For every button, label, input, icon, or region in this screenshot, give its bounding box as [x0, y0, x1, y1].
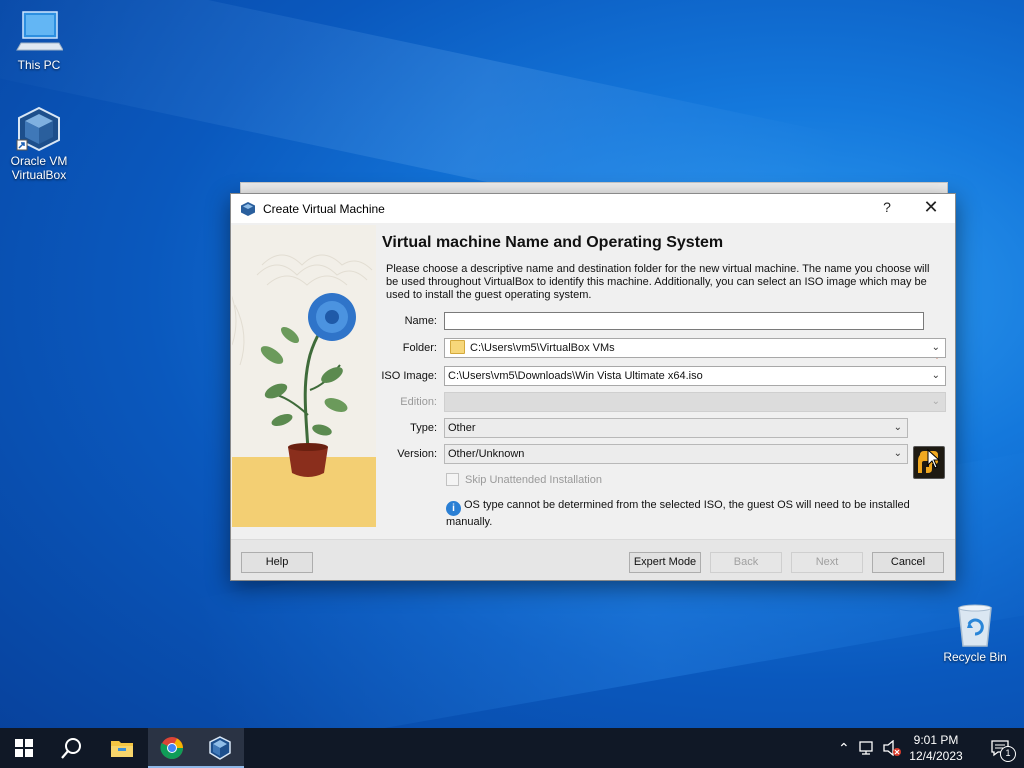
page-description: Please choose a descriptive name and des… [386, 263, 930, 301]
folder-value: C:\Users\vm5\VirtualBox VMs [470, 342, 615, 354]
volume-muted-icon[interactable] [882, 740, 902, 756]
clock-time: 9:01 PM [913, 733, 959, 747]
folder-label: Folder: [402, 342, 437, 354]
desktop-icon-virtualbox[interactable]: Oracle VM VirtualBox [0, 106, 78, 182]
windows-logo-icon [15, 739, 33, 757]
info-note-text: OS type cannot be determined from the se… [446, 499, 910, 528]
title-help-button[interactable]: ? [877, 199, 897, 215]
version-select[interactable]: Other/Unknown ⌄ [444, 444, 908, 464]
next-button[interactable]: Next [791, 552, 863, 573]
system-tray: ⌃ [838, 728, 902, 768]
search-icon [61, 738, 81, 759]
back-button[interactable]: Back [710, 552, 782, 573]
skip-unattended-label: Skip Unattended Installation [465, 473, 602, 486]
type-value: Other [448, 422, 476, 434]
name-input[interactable] [444, 312, 924, 330]
chevron-down-icon: ⌄ [893, 422, 902, 433]
expert-mode-button[interactable]: Expert Mode [629, 552, 701, 573]
virtualbox-icon [15, 106, 63, 152]
taskbar-chrome[interactable] [148, 728, 196, 768]
taskbar-virtualbox[interactable] [196, 728, 244, 768]
recycle-bin-label: Recycle Bin [943, 650, 1007, 664]
virtualbox-label: Oracle VM VirtualBox [10, 154, 68, 182]
page-heading: Virtual machine Name and Operating Syste… [382, 234, 724, 251]
iso-value: C:\Users\vm5\Downloads\Win Vista Ultimat… [448, 370, 703, 382]
taskbar-file-explorer[interactable] [98, 728, 146, 768]
chrome-icon [160, 737, 183, 759]
checkbox-box[interactable] [446, 473, 459, 486]
chevron-down-icon: ⌄ [931, 396, 940, 407]
type-select[interactable]: Other ⌄ [444, 418, 908, 438]
info-icon: i [446, 501, 461, 516]
this-pc-label: This PC [17, 58, 61, 72]
recycle-bin-icon [951, 602, 999, 648]
virtualbox-icon [209, 736, 231, 760]
dialog-title: Create Virtual Machine [263, 201, 385, 216]
help-button[interactable]: Help [241, 552, 313, 573]
dialog-footer: Help Expert Mode Back Next Cancel [231, 539, 955, 580]
version-value: Other/Unknown [448, 448, 525, 460]
folder-select[interactable]: C:\Users\vm5\VirtualBox VMs ⌄ [444, 338, 946, 358]
name-label: Name: [404, 315, 437, 327]
mouse-cursor-icon [927, 449, 941, 469]
iso-select[interactable]: C:\Users\vm5\Downloads\Win Vista Ultimat… [444, 366, 946, 386]
skip-unattended-checkbox[interactable]: Skip Unattended Installation [446, 473, 602, 486]
chevron-up-icon[interactable]: ⌃ [838, 740, 850, 757]
chevron-down-icon: ⌄ [931, 370, 940, 381]
dialog-titlebar[interactable]: Create Virtual Machine ? ✕ [231, 194, 955, 223]
taskbar: ⌃ 9:01 PM 12/4/2023 1 [0, 728, 1024, 768]
os-type-info-note: i OS type cannot be determined from the s… [446, 499, 926, 529]
virtualbox-app-icon [241, 201, 255, 216]
close-icon[interactable]: ✕ [920, 197, 942, 218]
chevron-down-icon: ⌄ [931, 342, 940, 353]
wizard-illustration [232, 225, 376, 527]
edition-label: Edition: [400, 396, 437, 408]
iso-label: ISO Image: [381, 370, 437, 382]
folder-icon [450, 340, 465, 355]
file-explorer-icon [111, 741, 133, 757]
create-vm-dialog: Create Virtual Machine ? ✕ Virtual machi… [230, 193, 956, 581]
dialog-body: Virtual machine Name and Operating Syste… [231, 223, 955, 540]
this-pc-icon [15, 10, 64, 56]
chevron-down-icon: ⌄ [893, 448, 902, 459]
notification-count-badge: 1 [1000, 746, 1016, 762]
type-label: Type: [410, 422, 437, 434]
edition-select: ⌄ [444, 392, 946, 412]
taskbar-clock[interactable]: 9:01 PM 12/4/2023 [906, 732, 966, 764]
version-label: Version: [397, 448, 437, 460]
desktop-icon-recycle-bin[interactable]: Recycle Bin [936, 602, 1014, 664]
cancel-button[interactable]: Cancel [872, 552, 944, 573]
search-button[interactable] [48, 728, 96, 768]
notification-center-button[interactable]: 1 [976, 728, 1024, 768]
start-button[interactable] [0, 728, 48, 768]
clock-date: 12/4/2023 [909, 749, 963, 763]
desktop-icon-this-pc[interactable]: This PC [0, 10, 78, 72]
network-icon[interactable] [858, 740, 876, 756]
